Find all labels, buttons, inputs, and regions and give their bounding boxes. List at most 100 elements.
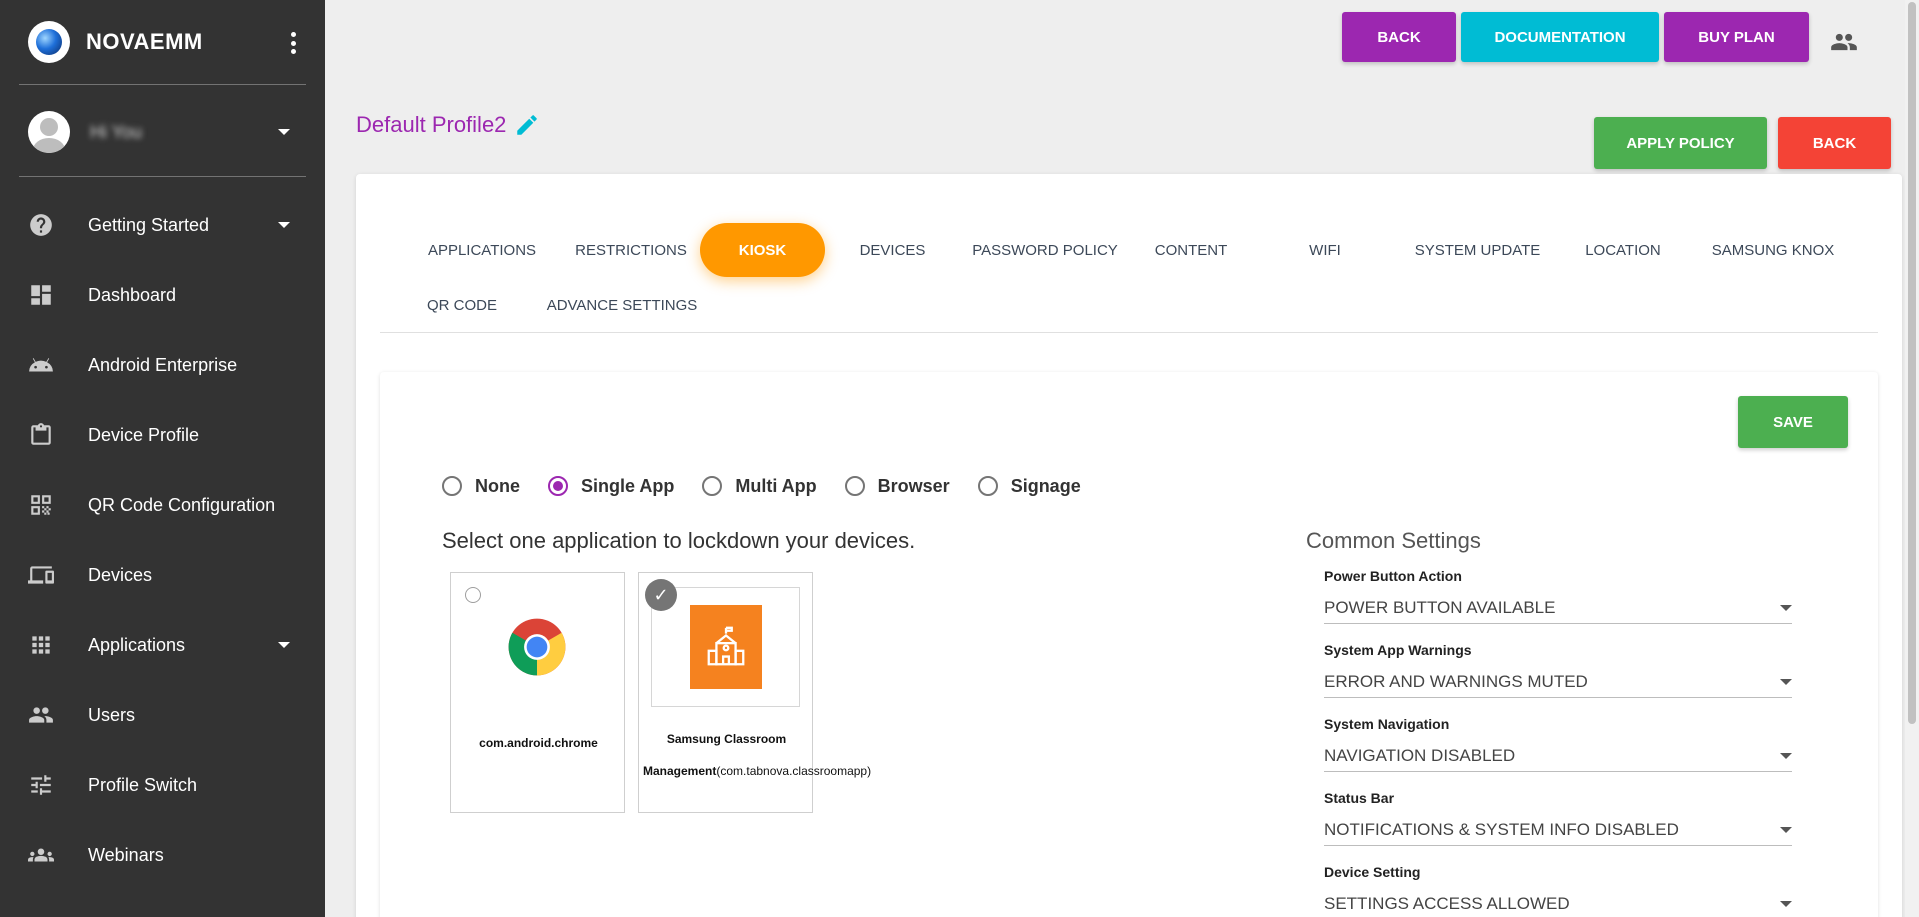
tab-wifi[interactable]: WIFI xyxy=(1280,223,1370,277)
setting-label: System App Warnings xyxy=(1324,642,1472,658)
account-people-icon[interactable] xyxy=(1830,28,1858,56)
save-button[interactable]: SAVE xyxy=(1738,396,1848,448)
device-setting-select[interactable]: SETTINGS ACCESS ALLOWED xyxy=(1324,888,1792,917)
sidebar-item-android-enterprise[interactable]: Android Enterprise xyxy=(28,343,298,387)
caret-down-icon xyxy=(278,642,290,648)
dashboard-icon xyxy=(28,282,72,308)
status-bar-setting: Status Bar NOTIFICATIONS & SYSTEM INFO D… xyxy=(1324,790,1792,846)
radio-circle[interactable] xyxy=(702,476,723,496)
setting-label: Device Setting xyxy=(1324,864,1421,880)
system-app-warnings-select[interactable]: ERROR AND WARNINGS MUTED xyxy=(1324,666,1792,698)
app-name: Samsung Classroom Management(com.tabnova… xyxy=(643,723,871,787)
sidebar-item-label: Getting Started xyxy=(88,214,210,235)
sidebar-item-label: Applications xyxy=(88,634,186,655)
caret-down-icon xyxy=(1780,678,1792,685)
tab-restrictions[interactable]: RESTRICTIONS xyxy=(566,223,696,277)
app-card-samsung-classroom[interactable]: ✓ Samsung Classroom Management(com.tabno… xyxy=(638,572,871,813)
sidebar-item-label: Users xyxy=(88,704,136,725)
select-app-heading: Select one application to lockdown your … xyxy=(442,528,916,553)
android-icon xyxy=(28,352,72,378)
tab-devices[interactable]: DEVICES xyxy=(840,223,945,277)
user-menu[interactable]: Hi You xyxy=(28,110,298,154)
sidebar-item-devices[interactable]: Devices xyxy=(28,553,298,597)
edit-pencil-icon[interactable] xyxy=(514,112,540,138)
caret-down-icon xyxy=(278,222,290,228)
system-navigation-select[interactable]: NAVIGATION DISABLED xyxy=(1324,740,1792,772)
sidebar-item-device-profile[interactable]: Device Profile xyxy=(28,413,298,457)
power-button-action-setting: Power Button Action POWER BUTTON AVAILAB… xyxy=(1324,568,1792,624)
sidebar-item-label: Devices xyxy=(88,564,153,585)
tab-password-policy[interactable]: PASSWORD POLICY xyxy=(970,223,1120,277)
kiosk-panel: SAVE None Single App Multi App Browser S… xyxy=(380,372,1878,917)
setting-label: Power Button Action xyxy=(1324,568,1462,584)
setting-value: SETTINGS ACCESS ALLOWED xyxy=(1324,893,1570,913)
common-settings-title: Common Settings xyxy=(1306,528,1481,553)
setting-label: Status Bar xyxy=(1324,790,1395,806)
sidebar-item-label: Dashboard xyxy=(88,284,177,305)
buy-plan-button[interactable]: BUY PLAN xyxy=(1664,12,1809,62)
kiosk-mode-none[interactable]: None xyxy=(442,476,520,497)
school-building-icon xyxy=(689,605,762,689)
kiosk-mode-signage[interactable]: Signage xyxy=(977,476,1081,497)
kiosk-mode-single-app[interactable]: Single App xyxy=(548,476,674,497)
power-button-action-select[interactable]: POWER BUTTON AVAILABLE xyxy=(1324,592,1792,624)
tab-system-update[interactable]: SYSTEM UPDATE xyxy=(1410,223,1545,277)
radio-circle[interactable] xyxy=(442,476,462,496)
caret-down-icon xyxy=(1780,826,1792,833)
sidebar-item-dashboard[interactable]: Dashboard xyxy=(28,273,298,317)
scrollbar-thumb[interactable] xyxy=(1908,2,1916,724)
kiosk-mode-browser[interactable]: Browser xyxy=(844,475,950,497)
device-setting-setting: Device Setting SETTINGS ACCESS ALLOWED xyxy=(1324,864,1792,917)
sidebar-item-getting-started[interactable]: Getting Started xyxy=(28,203,298,247)
system-navigation-setting: System Navigation NAVIGATION DISABLED xyxy=(1324,716,1792,772)
tab-samsung-knox[interactable]: SAMSUNG KNOX xyxy=(1708,223,1838,277)
radio-circle[interactable] xyxy=(844,476,865,496)
radio-circle[interactable] xyxy=(977,476,998,496)
sidebar-item-label: Device Profile xyxy=(88,424,200,445)
sidebar-divider xyxy=(19,84,306,85)
tune-icon xyxy=(28,772,72,798)
selected-check-icon: ✓ xyxy=(645,579,677,611)
kiosk-mode-label: Single App xyxy=(581,475,675,496)
setting-value: POWER BUTTON AVAILABLE xyxy=(1324,597,1556,617)
caret-down-icon xyxy=(1780,900,1792,907)
caret-down-icon xyxy=(1780,752,1792,759)
page-scrollbar[interactable] xyxy=(1905,0,1919,917)
app-radio[interactable] xyxy=(465,587,481,603)
sidebar-item-label: Android Enterprise xyxy=(88,354,238,375)
avatar xyxy=(28,111,70,153)
page-title: Default Profile2 xyxy=(356,112,540,138)
tab-qr-code[interactable]: QR CODE xyxy=(422,278,502,332)
profile-back-button[interactable]: BACK xyxy=(1778,117,1891,169)
sidebar-item-users[interactable]: Users xyxy=(28,693,298,737)
system-app-warnings-setting: System App Warnings ERROR AND WARNINGS M… xyxy=(1324,642,1792,698)
tab-advance-settings[interactable]: ADVANCE SETTINGS xyxy=(542,278,702,332)
radio-circle[interactable] xyxy=(548,476,568,496)
apply-policy-button[interactable]: APPLY POLICY xyxy=(1594,117,1767,169)
app-card-chrome[interactable]: com.android.chrome xyxy=(450,572,625,813)
documentation-button[interactable]: DOCUMENTATION xyxy=(1461,12,1659,62)
tab-location[interactable]: LOCATION xyxy=(1568,223,1678,277)
sidebar-item-profile-switch[interactable]: Profile Switch xyxy=(28,763,298,807)
tab-content[interactable]: CONTENT xyxy=(1136,223,1246,277)
sidebar-item-label: QR Code Configuration xyxy=(88,494,276,515)
groups-icon xyxy=(28,842,72,868)
kiosk-mode-label: Browser xyxy=(877,475,950,496)
app-name: com.android.chrome xyxy=(455,727,622,759)
more-vert-icon[interactable] xyxy=(290,32,296,54)
sidebar-item-webinars[interactable]: Webinars xyxy=(28,833,298,877)
kiosk-mode-label: None xyxy=(475,475,520,496)
brand[interactable]: NOVAEMM xyxy=(28,18,306,66)
devices-icon xyxy=(28,562,72,588)
top-back-button[interactable]: BACK xyxy=(1342,12,1456,62)
status-bar-select[interactable]: NOTIFICATIONS & SYSTEM INFO DISABLED xyxy=(1324,814,1792,846)
sidebar-item-qr-code-configuration[interactable]: QR Code Configuration xyxy=(28,483,298,527)
tab-applications[interactable]: APPLICATIONS xyxy=(412,223,552,277)
kiosk-mode-multi-app[interactable]: Multi App xyxy=(702,476,817,497)
kiosk-mode-radio-group: None Single App Multi App Browser Signag… xyxy=(442,472,1109,500)
setting-value: NOTIFICATIONS & SYSTEM INFO DISABLED xyxy=(1324,819,1679,839)
tab-kiosk[interactable]: KIOSK xyxy=(700,223,825,277)
sidebar-divider xyxy=(19,176,306,177)
caret-down-icon xyxy=(278,129,290,135)
sidebar-item-applications[interactable]: Applications xyxy=(28,623,298,667)
